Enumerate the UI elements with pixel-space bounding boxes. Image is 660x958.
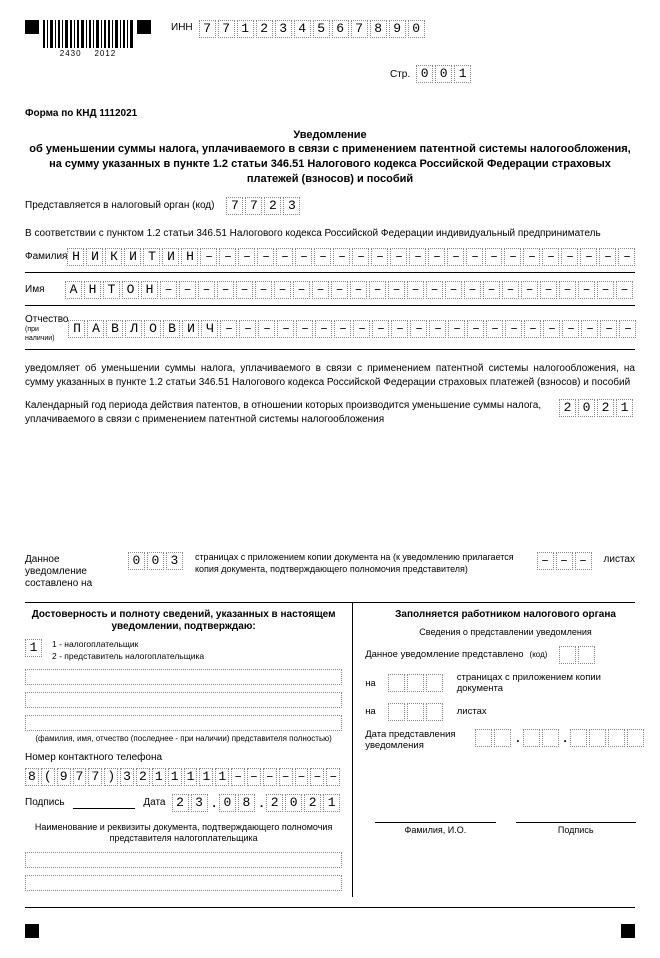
rd-month <box>523 729 561 747</box>
rd-year <box>570 729 646 747</box>
date-label: Дата <box>143 797 165 809</box>
r1-label: Данное уведомление представлено <box>365 649 523 660</box>
r2-cells <box>388 674 445 692</box>
firstname-row: Имя АНТОН––––––––––––––––––––––––– <box>25 281 635 306</box>
date-month: 08 <box>219 794 257 812</box>
left-column: Достоверность и полноту сведений, указан… <box>25 603 353 897</box>
attach-count-cells: ––– <box>537 552 594 570</box>
footer-squares <box>25 924 635 938</box>
req-line <box>25 852 342 868</box>
right-col-subheader: Сведения о представлении уведомления <box>365 627 646 638</box>
firstname-cells: АНТОН––––––––––––––––––––––––– <box>65 281 635 299</box>
r-sig2: Подпись <box>516 822 636 836</box>
corner-square-icon <box>25 924 39 938</box>
r3-pre: на <box>365 706 376 717</box>
surname-cells: НИКИТИН––––––––––––––––––––––– <box>67 248 637 266</box>
year-row: Календарный год периода действия патенто… <box>25 399 635 426</box>
phone-label: Номер контактного телефона <box>25 752 342 764</box>
rep-name-note: (фамилия, имя, отчество (последнее - при… <box>25 734 342 744</box>
barcode-icon <box>43 20 133 48</box>
barcode-block: 2430 2012 <box>25 20 151 59</box>
inn-cells: 771234567890 <box>199 20 427 38</box>
surname-label: Фамилия <box>25 251 67 263</box>
firstname-label: Имя <box>25 284 65 296</box>
r2-post: страницах с приложением копии документа <box>457 672 646 695</box>
rep-name-line <box>25 715 342 731</box>
surname-row: Фамилия НИКИТИН––––––––––––––––––––––– <box>25 248 635 273</box>
sign-line <box>73 796 136 809</box>
barcode: 2430 2012 <box>43 20 133 59</box>
r4-label: Дата представления уведомления <box>365 729 475 752</box>
date-year: 2021 <box>266 794 342 812</box>
year-cells: 2021 <box>559 399 635 417</box>
left-col-header: Достоверность и полноту сведений, указан… <box>25 609 342 633</box>
inn-label: ИНН <box>171 20 193 34</box>
r3-post: листах <box>457 706 487 717</box>
patronymic-cells: ПАВЛОВИЧ–––––––––––––––––––––– <box>68 320 638 338</box>
pages-left-label: Данное уведомление составлено на <box>25 552 128 590</box>
sign-label: Подпись <box>25 797 65 809</box>
r-sig1: Фамилия, И.О. <box>375 822 495 836</box>
phone-cells: 8(977)3211111––––––– <box>25 768 342 786</box>
rep-name-line <box>25 692 342 708</box>
r1-suffix: (код) <box>530 650 548 660</box>
pages-row: Данное уведомление составлено на 003 стр… <box>25 552 635 590</box>
header-row: 2430 2012 ИНН 771234567890 <box>25 20 635 59</box>
intro-text: В соответствии с пунктом 1.2 статьи 346.… <box>25 227 635 241</box>
confirmation-section: Достоверность и полноту сведений, указан… <box>25 602 635 897</box>
document-title: Уведомлениеоб уменьшении суммы налога, у… <box>25 128 635 187</box>
req-header: Наименование и реквизиты документа, подт… <box>25 822 342 845</box>
patronymic-row: Отчество (при наличии) ПАВЛОВИЧ–––––––––… <box>25 314 635 350</box>
pages-count-cells: 003 <box>128 552 185 570</box>
tax-org-label: Представляется в налоговый орган (код) <box>25 200 214 212</box>
form-code: Форма по КНД 1112021 <box>25 108 635 120</box>
tax-org-cells: 7723 <box>226 197 302 215</box>
body-text-1: уведомляет об уменьшении суммы налога, у… <box>25 362 635 389</box>
barcode-num-right: 2012 <box>94 49 116 58</box>
rep-name-line <box>25 669 342 685</box>
page-label: Стр. <box>390 67 410 81</box>
inn-block: ИНН 771234567890 <box>171 20 427 38</box>
tax-org-row: Представляется в налоговый орган (код) 7… <box>25 197 635 215</box>
pages-right-label: листах <box>594 552 635 566</box>
right-col-header: Заполняется работником налогового органа <box>365 609 646 621</box>
declarant-code-cell: 1 <box>25 639 44 657</box>
r3-cells <box>388 703 445 721</box>
r1-cells <box>559 646 597 664</box>
year-text: Календарный год периода действия патенто… <box>25 399 559 426</box>
declarant-options: 1 - налогоплательщик2 - представитель на… <box>52 639 204 662</box>
barcode-num-left: 2430 <box>60 49 82 58</box>
corner-square-icon <box>137 20 151 34</box>
page-cells: 001 <box>416 65 473 83</box>
date-day: 23 <box>172 794 210 812</box>
pages-mid-label: страницах с приложением копии документа … <box>185 552 537 575</box>
right-column: Заполняется работником налогового органа… <box>353 603 646 897</box>
r2-pre: на <box>365 678 376 689</box>
req-line <box>25 875 342 891</box>
patronymic-label: Отчество <box>25 314 68 326</box>
corner-square-icon <box>25 20 39 34</box>
page-row: Стр. 001 <box>390 65 635 83</box>
rd-day <box>475 729 513 747</box>
corner-square-icon <box>621 924 635 938</box>
patronymic-sublabel: (при наличии) <box>25 326 68 343</box>
